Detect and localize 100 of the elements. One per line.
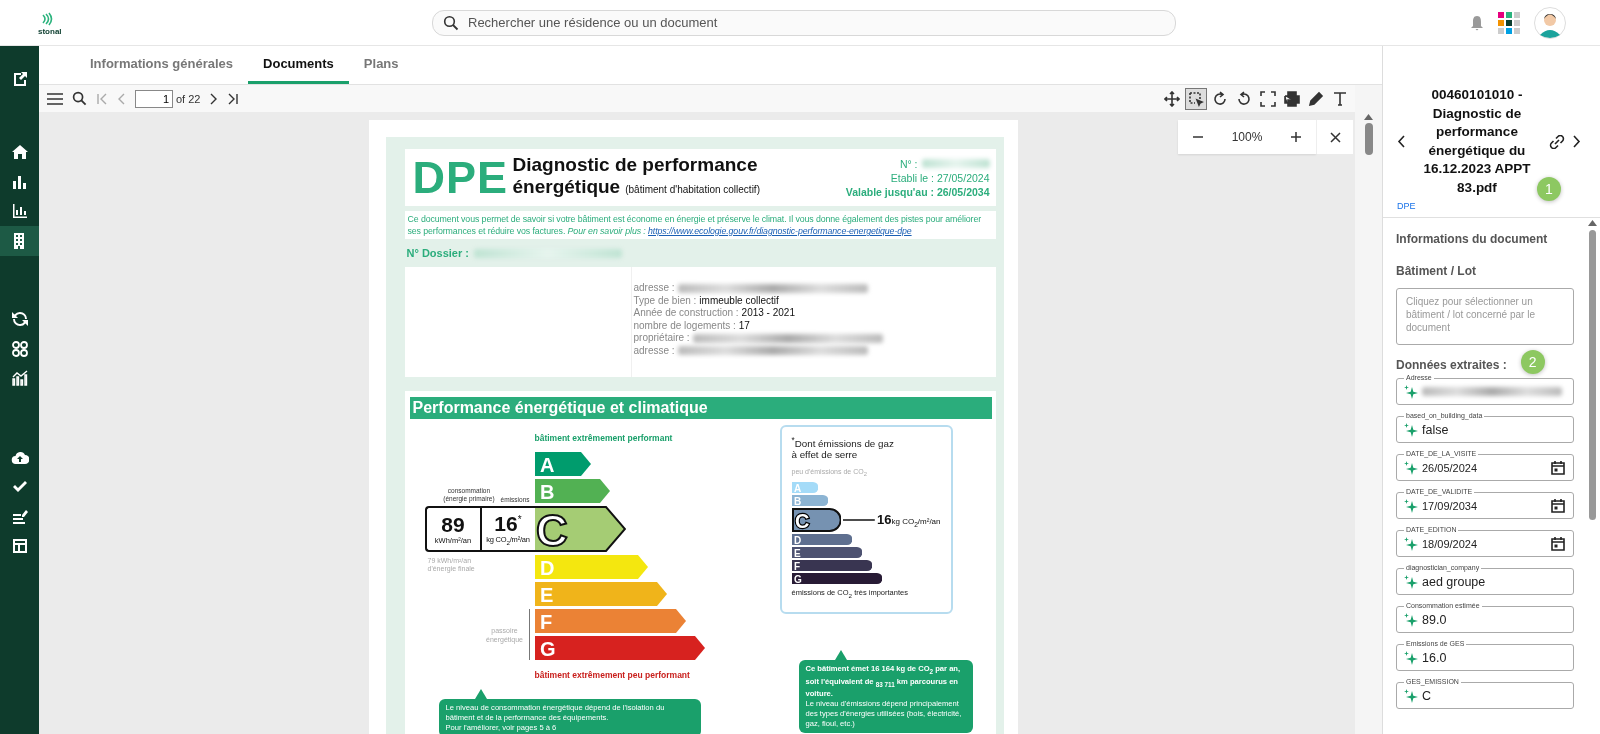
ges-class-bar: A	[791, 481, 818, 493]
ges-class-bar: F	[791, 559, 872, 571]
apps-icon	[10, 339, 29, 358]
energy-class-bar: D	[534, 555, 648, 579]
detail-label: nombre de logements :	[633, 319, 736, 332]
sparkle-icon	[1404, 574, 1418, 589]
ges-class-bar: B	[791, 494, 828, 506]
sparkle-icon	[1404, 612, 1418, 627]
sparkle-icon	[1404, 498, 1418, 513]
intro-text: Ce document vous permet de savoir si votre bâtiment est économe en énergie et préserve le climat. Il vous donne également des pistes pour améliorer ses performances et réduire vos factures. Pour en savoir plus : https://www.ecologie.gouv.fr/diagnostic-performance-energetique-dpe	[407, 213, 983, 237]
next-page-icon[interactable]	[209, 92, 219, 105]
ges-class-bar: D	[791, 533, 852, 545]
field-value: false	[1422, 422, 1449, 437]
logo-icon	[40, 11, 54, 26]
last-page-icon[interactable]	[227, 92, 240, 105]
tab[interactable]: Informations générales	[75, 46, 249, 84]
sync-icon	[10, 310, 29, 329]
blurred-text	[921, 159, 990, 168]
detail-value: immeuble collectif	[699, 294, 779, 307]
number-label: N° :	[899, 156, 918, 171]
detail-value: 2013 - 2021	[741, 307, 795, 320]
rotate-right-icon	[1212, 90, 1228, 107]
detail-label: adresse :	[633, 282, 675, 295]
pen-icon	[1308, 90, 1324, 107]
search-input[interactable]: Rechercher une résidence ou un document	[466, 14, 1165, 31]
detail-value: 17	[738, 319, 750, 332]
ges-title: $^{*}$Dont émissions de gaz à effet de serre	[791, 435, 895, 461]
bell-icon[interactable]	[1470, 14, 1484, 31]
energy-class-bar: A	[534, 452, 591, 476]
field-heading: Données extraites :	[1396, 358, 1507, 372]
scrollbar-thumb[interactable]	[1364, 123, 1373, 155]
detail-label: propriétaire :	[633, 332, 690, 345]
calendar-icon[interactable]	[1551, 460, 1565, 475]
leader-line	[843, 518, 875, 521]
field-value: 18/09/2024	[1422, 537, 1478, 550]
link-icon[interactable]	[1549, 134, 1565, 149]
sparkle-icon	[1404, 422, 1418, 437]
energy-class-bar: F	[534, 609, 686, 633]
text-tool-icon	[1332, 90, 1348, 107]
menu-icon[interactable]	[47, 92, 63, 105]
field-heading: Bâtiment / Lot	[1396, 264, 1477, 278]
sparkle-icon	[1404, 384, 1418, 399]
document-title: énergétique	[512, 176, 621, 198]
scale-top-label: bâtiment extrêmement performant	[534, 432, 674, 443]
sparkle-icon	[1404, 460, 1418, 475]
avatar-icon[interactable]	[1534, 6, 1566, 39]
previous-icon[interactable]	[1397, 135, 1405, 148]
field-value: aed groupe	[1422, 574, 1486, 589]
field-value: 26/05/2024	[1422, 461, 1478, 474]
apps-grid-icon[interactable]	[1498, 11, 1520, 34]
calendar-icon[interactable]	[1551, 498, 1565, 513]
search-icon[interactable]	[72, 91, 87, 106]
document-subtitle: (bâtiment d'habitation collectif)	[625, 183, 760, 197]
zoom-in-icon[interactable]	[1290, 131, 1302, 143]
line-chart-icon	[10, 369, 29, 388]
info-link[interactable]: https://www.ecologie.gouv.fr/diagnostic-performance-energetique-dpe	[648, 226, 912, 236]
column-chart-icon	[10, 202, 29, 221]
selection-icon	[1188, 90, 1204, 107]
sparkle-icon	[1404, 650, 1418, 665]
dpe-logo: DPE	[412, 151, 508, 204]
document-title: Diagnostic de performance	[512, 154, 759, 176]
building-field[interactable]: Cliquez pour sélectionner un bâtiment / lot concerné par le document	[1396, 288, 1574, 345]
toolbar-button[interactable]	[1185, 87, 1207, 110]
section-heading: Informations du document	[1396, 232, 1549, 246]
detail-label: adresse :	[633, 344, 675, 357]
scrollbar-thumb[interactable]	[1588, 230, 1596, 520]
calendar-icon[interactable]	[1551, 536, 1565, 551]
energy-class-bar: B	[534, 479, 610, 503]
scroll-up-icon[interactable]	[1587, 220, 1597, 226]
energy-class-bar: G	[534, 636, 705, 660]
rotate-left-icon	[1236, 90, 1252, 107]
ges-value: 16kg CO$_{2}$/m²/an	[877, 511, 941, 528]
validity-date: Valable jusqu'au : 26/05/2034	[845, 184, 990, 199]
step-badge: 2	[1520, 350, 1545, 374]
zoom-level: 100%	[1231, 130, 1263, 144]
ges-class-bar: E	[791, 546, 862, 558]
close-icon	[1329, 131, 1341, 143]
field-value: 16.0	[1422, 650, 1447, 665]
field-value: 89.0	[1422, 612, 1447, 627]
field-value: 17/09/2034	[1422, 499, 1478, 512]
page-number-field[interactable]: 1	[135, 89, 173, 108]
fullscreen-icon	[1260, 90, 1276, 107]
scroll-up-icon[interactable]	[1364, 114, 1373, 120]
issue-date: Etabli le : 27/05/2024	[890, 170, 990, 185]
detail-label: Année de construction :	[633, 307, 739, 320]
next-icon[interactable]	[1573, 135, 1581, 148]
search-icon	[443, 14, 459, 31]
layout-icon	[10, 537, 29, 556]
logo-text: stonal	[38, 26, 62, 36]
search-field[interactable]: Rechercher une résidence ou un document	[432, 9, 1176, 36]
sparkle-icon	[1404, 536, 1418, 551]
ges-class-bar: C	[791, 507, 842, 532]
sidebar-item[interactable]	[0, 226, 39, 256]
pan-icon	[1164, 90, 1180, 107]
page-count: of 22	[176, 92, 201, 105]
document-type: DPE	[1397, 201, 1417, 211]
tab[interactable]: Plans	[348, 46, 414, 84]
close-button[interactable]	[1316, 120, 1353, 154]
section-banner: Performance énergétique et climatique	[409, 397, 992, 419]
sparkle-icon	[1404, 688, 1418, 703]
